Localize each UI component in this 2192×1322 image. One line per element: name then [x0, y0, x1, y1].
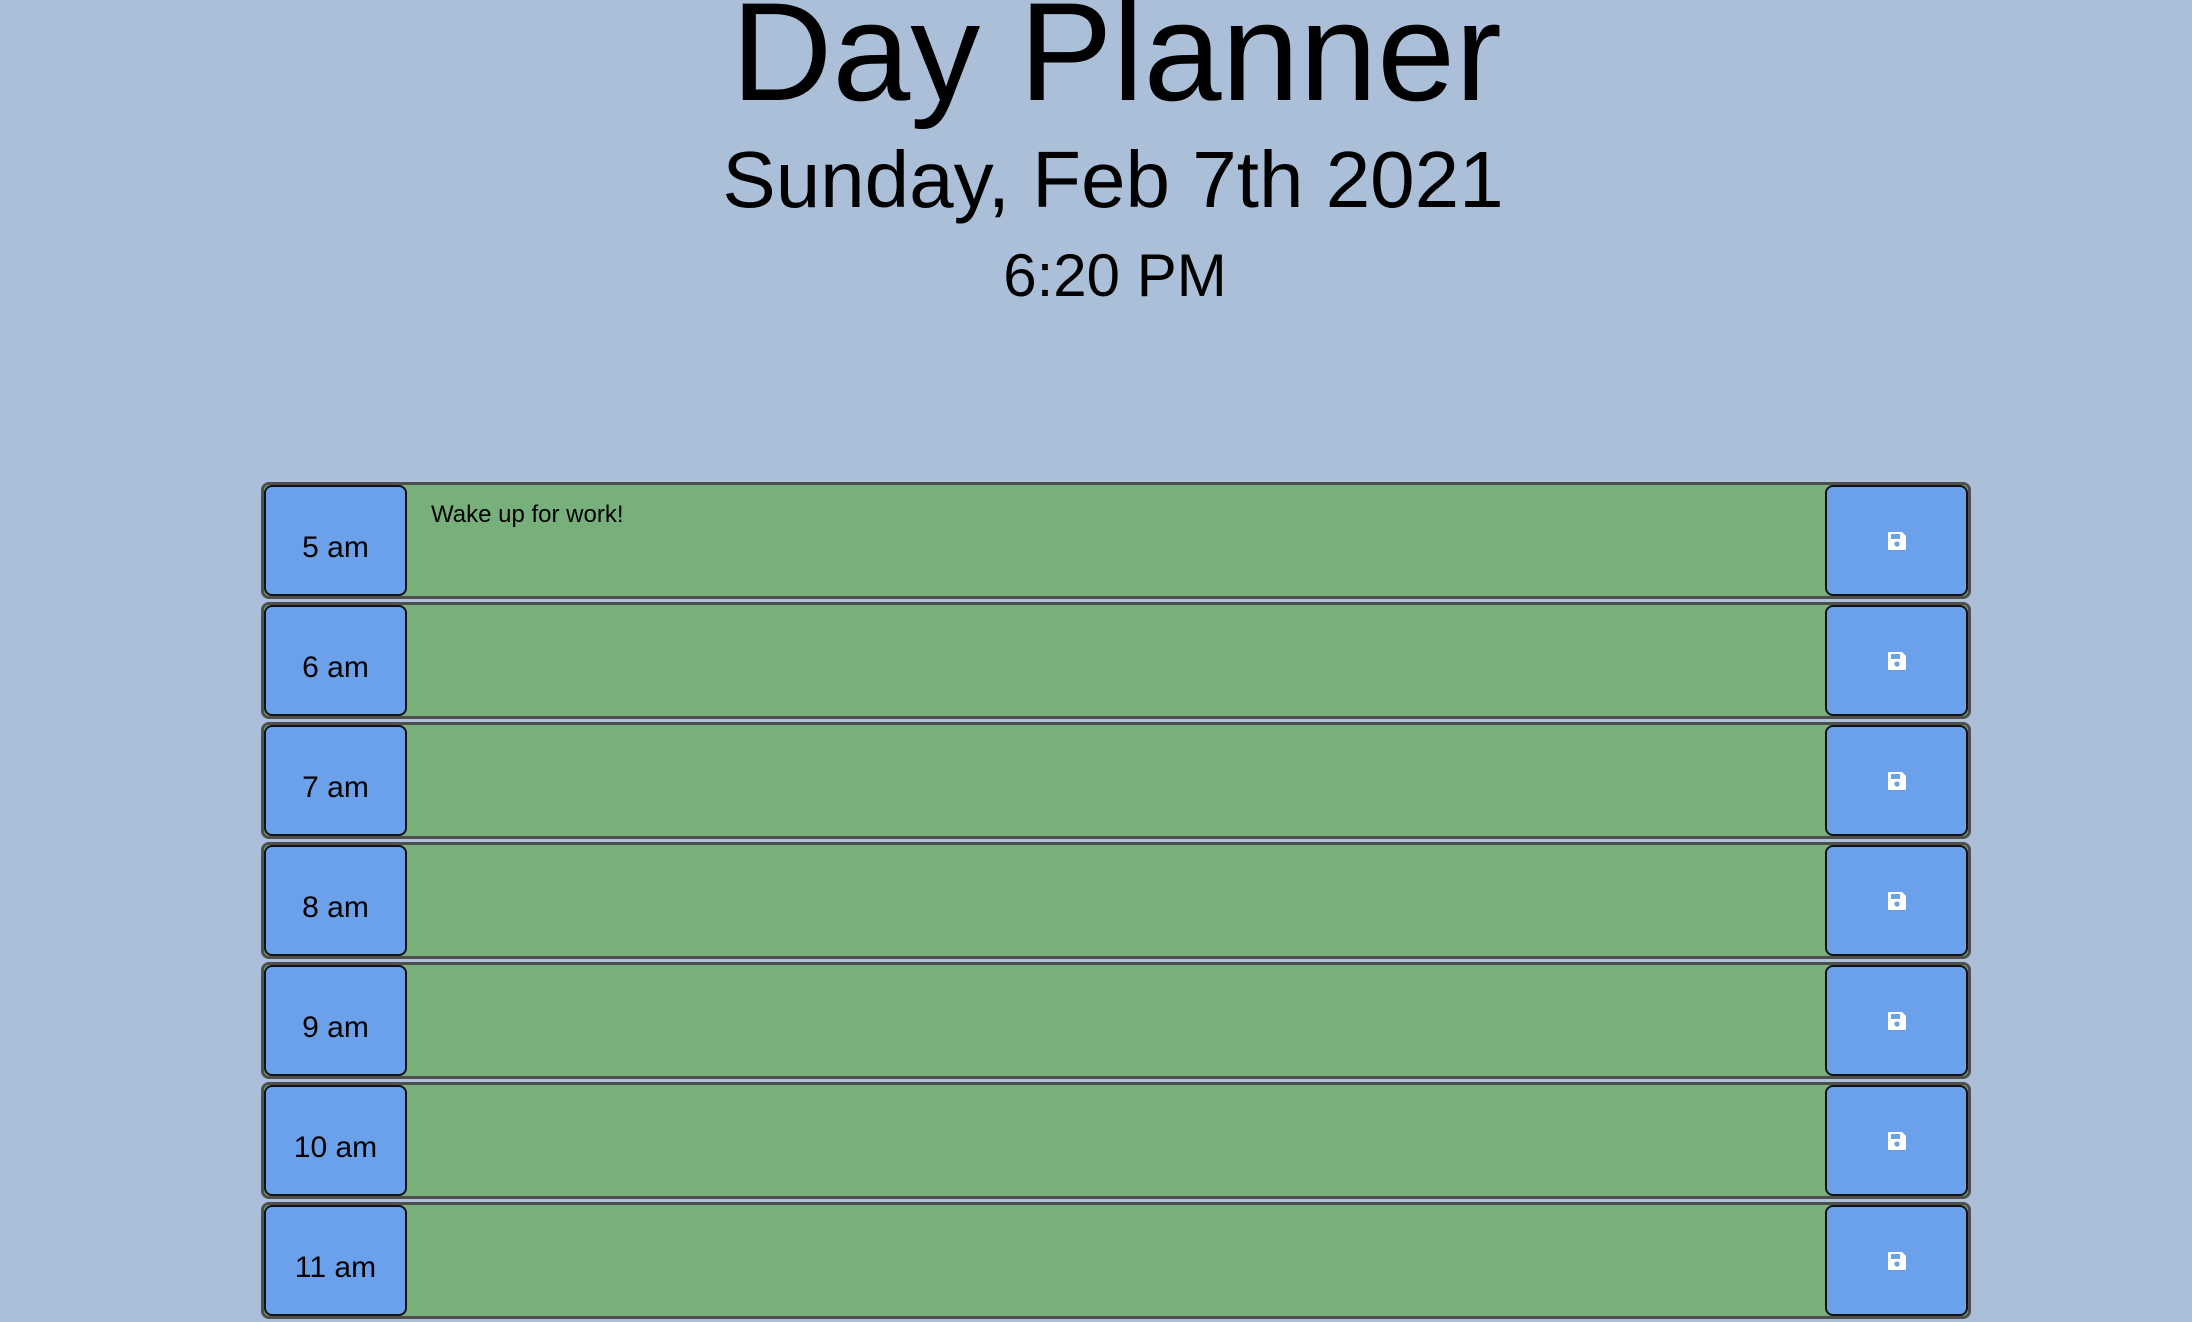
- time-block-row: 8 am: [261, 842, 1971, 959]
- save-button[interactable]: [1825, 965, 1968, 1076]
- save-button[interactable]: [1825, 1205, 1968, 1316]
- hour-label: 8 am: [264, 845, 407, 956]
- task-input[interactable]: [407, 1085, 1825, 1196]
- save-icon: [1887, 891, 1906, 910]
- task-input[interactable]: [407, 725, 1825, 836]
- time-block-row: 11 am: [261, 1202, 1971, 1319]
- save-icon: [1887, 1131, 1906, 1150]
- task-input[interactable]: [407, 1205, 1825, 1316]
- time-block-row: 7 am: [261, 722, 1971, 839]
- save-icon: [1887, 1011, 1906, 1030]
- hour-label: 5 am: [264, 485, 407, 596]
- time-block-row: 5 am Wake up for work!: [261, 482, 1971, 599]
- current-time: 6:20 PM: [1003, 242, 1227, 309]
- save-icon: [1887, 531, 1906, 550]
- save-icon: [1887, 1251, 1906, 1270]
- planner-list: 5 am Wake up for work! 6 am 7 am 8 am 9 …: [261, 482, 1971, 1322]
- task-input[interactable]: Wake up for work!: [407, 485, 1825, 596]
- hour-label: 11 am: [264, 1205, 407, 1316]
- task-input[interactable]: [407, 965, 1825, 1076]
- task-input[interactable]: [407, 605, 1825, 716]
- current-date: Sunday, Feb 7th 2021: [722, 135, 1504, 224]
- task-input[interactable]: [407, 845, 1825, 956]
- save-button[interactable]: [1825, 605, 1968, 716]
- save-button[interactable]: [1825, 485, 1968, 596]
- time-block-row: 6 am: [261, 602, 1971, 719]
- hour-label: 6 am: [264, 605, 407, 716]
- save-button[interactable]: [1825, 725, 1968, 836]
- hour-label: 7 am: [264, 725, 407, 836]
- time-block-row: 10 am: [261, 1082, 1971, 1199]
- save-button[interactable]: [1825, 845, 1968, 956]
- save-button[interactable]: [1825, 1085, 1968, 1196]
- hour-label: 9 am: [264, 965, 407, 1076]
- hour-label: 10 am: [264, 1085, 407, 1196]
- save-icon: [1887, 651, 1906, 670]
- time-block-row: 9 am: [261, 962, 1971, 1079]
- page-title: Day Planner: [731, 0, 1502, 130]
- save-icon: [1887, 771, 1906, 790]
